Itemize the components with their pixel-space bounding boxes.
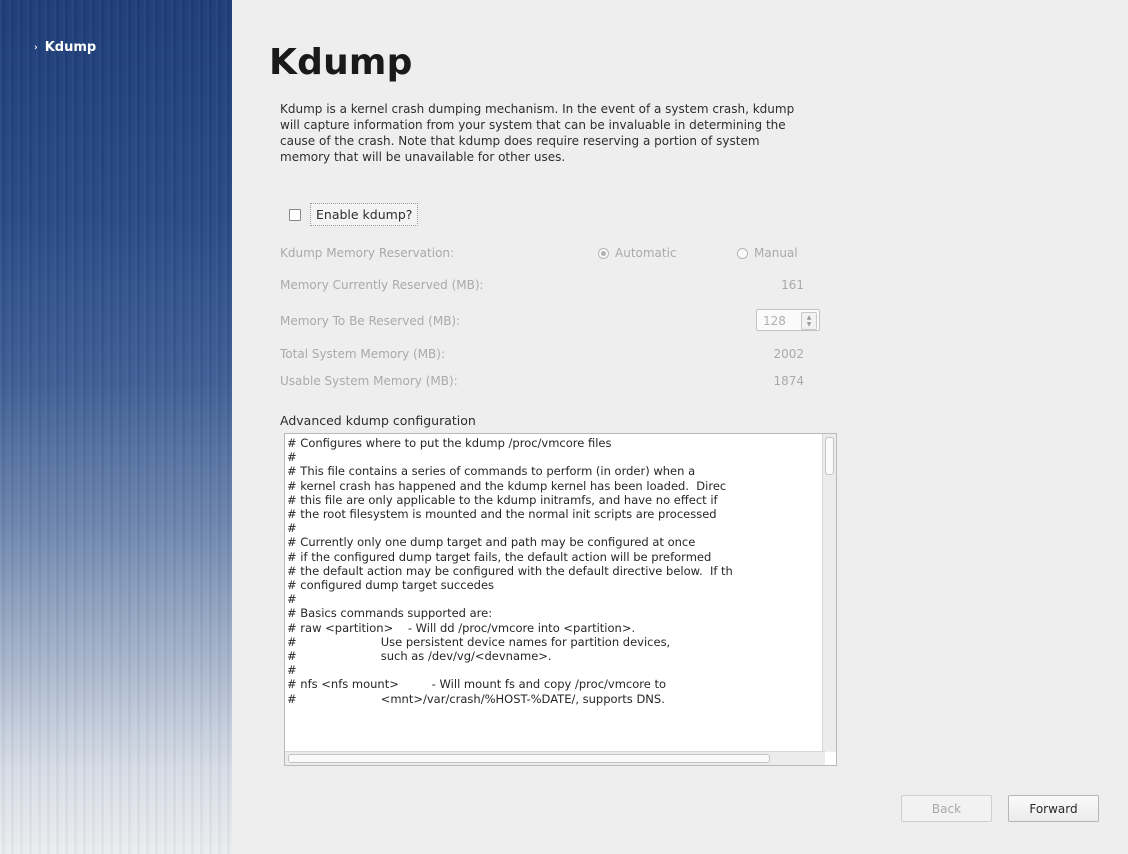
usable-memory-value: 1874	[773, 374, 804, 388]
to-be-reserved-row: Memory To Be Reserved (MB): 128 ▲ ▼	[280, 309, 820, 332]
currently-reserved-value: 161	[781, 278, 804, 292]
total-memory-value: 2002	[773, 347, 804, 361]
enable-kdump-label[interactable]: Enable kdump?	[310, 203, 419, 226]
advanced-config-textarea[interactable]: # Configures where to put the kdump /pro…	[284, 433, 837, 766]
automatic-radio-label: Automatic	[615, 246, 677, 260]
enable-kdump-row[interactable]: Enable kdump?	[289, 203, 419, 226]
main-panel: Kdump Kdump is a kernel crash dumping me…	[232, 0, 1128, 854]
forward-button[interactable]: Forward	[1008, 795, 1099, 822]
to-be-reserved-value[interactable]: 128	[763, 314, 786, 328]
usable-memory-row: Usable System Memory (MB): 1874	[280, 372, 820, 392]
usable-memory-label: Usable System Memory (MB):	[280, 374, 458, 388]
total-memory-row: Total System Memory (MB): 2002	[280, 345, 820, 365]
manual-radio-label: Manual	[754, 246, 798, 260]
enable-kdump-checkbox[interactable]	[289, 208, 301, 221]
memory-reservation-label: Kdump Memory Reservation:	[280, 246, 455, 260]
total-memory-label: Total System Memory (MB):	[280, 347, 446, 361]
sidebar: › Kdump	[0, 0, 232, 854]
manual-radio[interactable]	[737, 247, 748, 259]
horizontal-scrollbar-thumb[interactable]	[288, 754, 770, 763]
horizontal-scrollbar[interactable]	[285, 751, 825, 765]
sidebar-item-label: Kdump	[44, 40, 97, 55]
manual-radio-option[interactable]: Manual	[737, 246, 798, 260]
advanced-config-text[interactable]: # Configures where to put the kdump /pro…	[287, 436, 825, 752]
memory-reservation-row: Kdump Memory Reservation: Automatic Manu…	[280, 244, 820, 264]
page-description: Kdump is a kernel crash dumping mechanis…	[280, 102, 795, 164]
vertical-scrollbar-thumb[interactable]	[825, 437, 834, 475]
sidebar-item-kdump[interactable]: › Kdump	[34, 40, 96, 55]
page-title: Kdump	[269, 42, 413, 83]
to-be-reserved-stepper[interactable]: 128 ▲ ▼	[756, 309, 820, 331]
vertical-scrollbar[interactable]	[822, 434, 836, 752]
back-button[interactable]: Back	[901, 795, 992, 822]
chevron-right-icon: ›	[34, 42, 38, 53]
to-be-reserved-label: Memory To Be Reserved (MB):	[280, 314, 461, 328]
currently-reserved-label: Memory Currently Reserved (MB):	[280, 278, 484, 292]
automatic-radio[interactable]	[598, 247, 609, 259]
currently-reserved-row: Memory Currently Reserved (MB): 161	[280, 276, 820, 296]
stepper-arrows-icon[interactable]: ▲ ▼	[801, 312, 817, 330]
automatic-radio-option[interactable]: Automatic	[598, 246, 677, 260]
advanced-config-label: Advanced kdump configuration	[280, 413, 476, 428]
